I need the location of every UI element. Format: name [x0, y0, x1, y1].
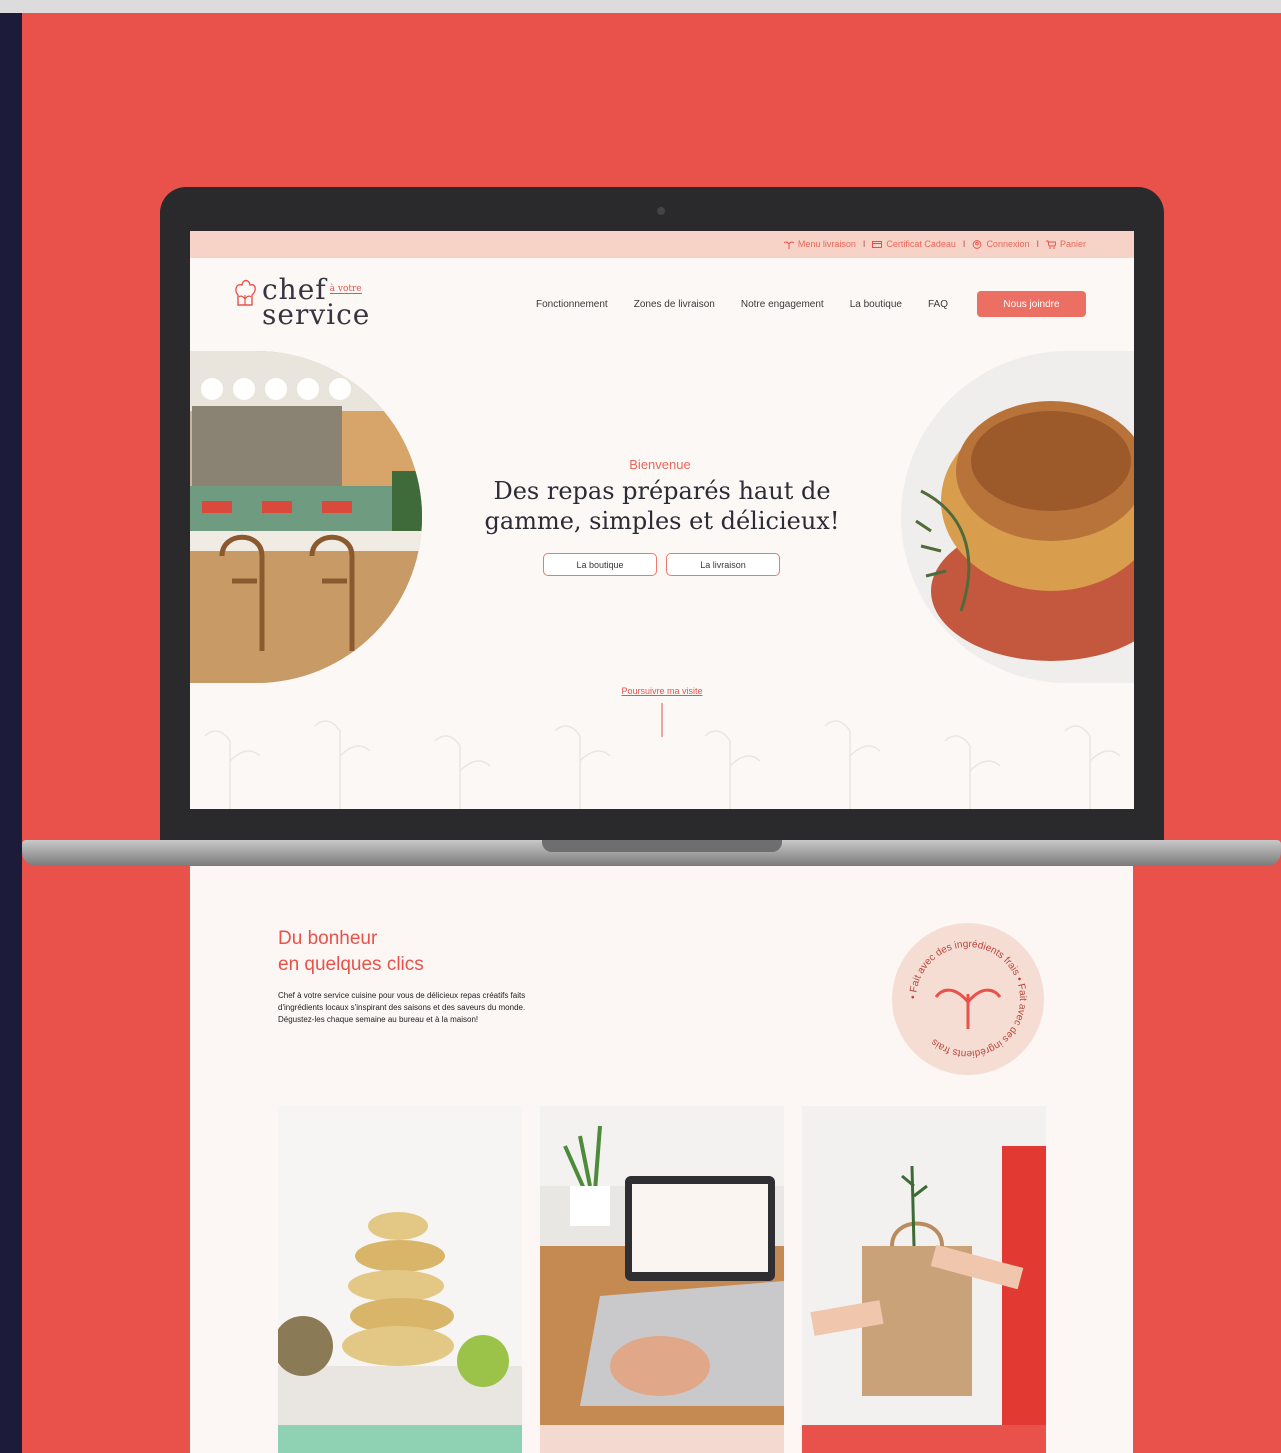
logo-wordmark: chef à votre service [262, 275, 371, 332]
section-heading-line2: en quelques clics [278, 954, 424, 975]
card-band [540, 1425, 784, 1453]
left-frame-strip [0, 13, 22, 1453]
menu-livraison-label: Menu livraison [797, 239, 856, 249]
separator: I [862, 239, 866, 249]
delivery-bag-illustration [802, 1106, 1046, 1425]
laptop-order-illustration [540, 1106, 784, 1425]
cart-icon [1045, 240, 1056, 249]
lower-page-section: Du bonheur en quelques clics Chef à votr… [190, 866, 1133, 1453]
laptop-screen: Menu livraison I Certificat Cadeau I Con… [190, 231, 1134, 809]
top-frame-strip [0, 0, 1281, 13]
connexion-label: Connexion [986, 239, 1030, 249]
contact-button[interactable]: Nous joindre [977, 291, 1086, 317]
panier-link[interactable]: Panier [1045, 239, 1086, 249]
main-nav: Fonctionnement Zones de livraison Notre … [536, 299, 948, 310]
menu-livraison-link[interactable]: Menu livraison [783, 239, 856, 249]
chef-hat-icon [235, 279, 256, 306]
separator: I [1036, 239, 1039, 249]
nav-item-faq[interactable]: FAQ [928, 299, 948, 310]
hero-title: Des repas préparés haut de gamme, simple… [484, 477, 840, 535]
card-tamales[interactable] [278, 1106, 522, 1453]
card-online-order[interactable] [540, 1106, 784, 1453]
section-body-text: Chef à votre service cuisine pour vous d… [278, 991, 526, 1024]
utility-links: Menu livraison I Certificat Cadeau I Con… [783, 239, 1086, 249]
tamales-illustration [278, 1106, 522, 1425]
card-band [802, 1425, 1046, 1453]
separator: I [962, 239, 966, 249]
shop-button[interactable]: La boutique [543, 553, 657, 576]
logo-word-service: service [262, 298, 371, 332]
section-heading-line1: Du bonheur [278, 928, 378, 949]
pie-illustration [901, 351, 1134, 683]
card-band [278, 1425, 522, 1453]
hero-pie-photo [901, 351, 1134, 683]
laptop-hinge-notch [542, 840, 782, 852]
arrow-down-icon [661, 703, 663, 737]
section-heading: Du bonheur en quelques clics [278, 926, 528, 978]
utility-bar: Menu livraison I Certificat Cadeau I Con… [190, 231, 1134, 258]
certificat-cadeau-label: Certificat Cadeau [886, 239, 956, 249]
logo-word-a-votre: à votre [329, 284, 362, 295]
card-delivery[interactable] [802, 1106, 1046, 1453]
hero-eyebrow: Bienvenue [629, 457, 691, 472]
nav-item-zones-de-livraison[interactable]: Zones de livraison [634, 299, 715, 310]
delivery-button[interactable]: La livraison [666, 553, 780, 576]
nav-item-la-boutique[interactable]: La boutique [850, 299, 902, 310]
nav-item-fonctionnement[interactable]: Fonctionnement [536, 299, 608, 310]
restaurant-illustration [190, 351, 422, 683]
connexion-link[interactable]: Connexion [972, 239, 1029, 249]
nav-item-notre-engagement[interactable]: Notre engagement [741, 299, 824, 310]
card-icon [872, 240, 883, 248]
panier-label: Panier [1059, 239, 1086, 249]
sprout-icon [783, 241, 794, 249]
continue-visit-link[interactable]: Poursuivre ma visite [602, 686, 722, 696]
user-icon [973, 239, 982, 249]
camera-icon [657, 207, 665, 215]
certificat-cadeau-link[interactable]: Certificat Cadeau [872, 239, 956, 249]
fresh-ingredients-badge: • Fait avec des ingrédients frais • Fait… [892, 923, 1044, 1075]
brand-logo[interactable]: chef à votre service [234, 275, 371, 332]
hero-restaurant-photo [190, 351, 422, 683]
